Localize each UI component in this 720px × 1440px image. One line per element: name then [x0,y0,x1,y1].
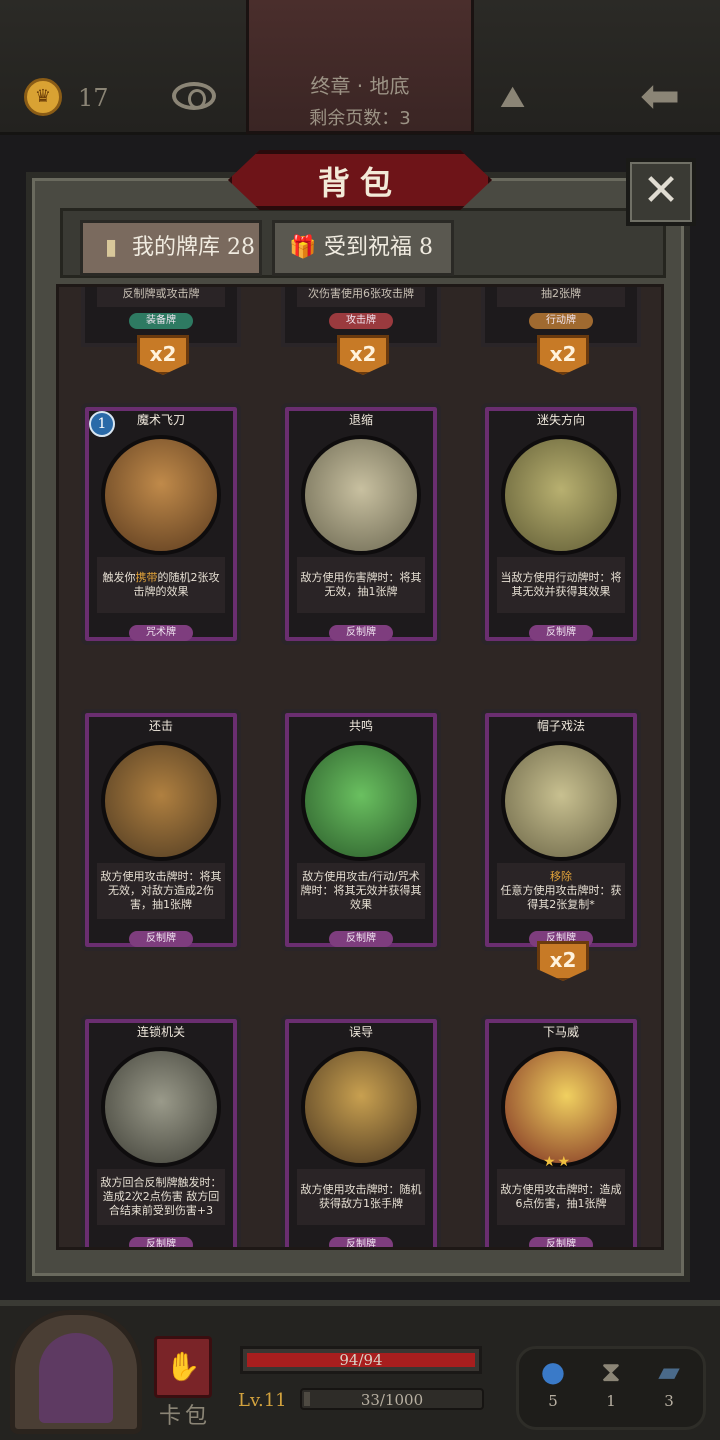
eye-icon[interactable] [172,82,216,110]
xp-bar: 33/1000 [300,1388,484,1410]
card-type: 装备牌 [129,313,193,329]
knight-art [301,435,421,555]
card-description: 反制牌或攻击牌 [97,287,225,307]
chapter-title: 终章 · 地底 [310,74,410,98]
hp-bar: 94/94 [240,1346,482,1374]
cards-icon: ▰ [658,1355,680,1388]
card-description: 抽2张牌 [497,287,625,307]
card-type: 反制牌 [129,1237,193,1247]
item-cards[interactable]: ▰ 3 [644,1352,694,1410]
top-bar: ♛ 17 终章 · 地底 剩余页数：3 ⛰ ⬅ [0,0,720,135]
tab-count: 8 [419,235,434,260]
card-magic-knife[interactable]: 1 魔术飞刀 触发你携带的随机2张攻击牌的效果 咒术牌 [81,403,241,645]
tab-label: 我的牌库 [132,235,221,260]
count-badge: x2 [337,335,389,375]
xp-text: 33/1000 [360,1391,424,1409]
card-description: 敌方使用攻击牌时：随机获得敌方1张手牌 [297,1169,425,1225]
crown-coin-icon: ♛ [24,78,62,116]
potion-icon: ● [540,1355,566,1388]
item-hourglass[interactable]: ⧗ 1 [586,1352,636,1410]
desc-text: 任意方使用攻击牌时：获得其2张复制* [500,884,622,911]
chapter-banner: 终章 · 地底 剩余页数：3 [246,0,474,134]
count-badge: x2 [537,335,589,375]
desc-highlight: 携带 [135,571,158,584]
card-counterattack[interactable]: 还击 敌方使用攻击牌时：将其无效，对敌方造成2伤害，抽1张牌 反制牌 [81,709,241,951]
card-resonance[interactable]: 共鸣 敌方使用攻击/行动/咒术牌时：将其无效并获得其效果 反制牌 [281,709,441,951]
cards-icon: ▮ [104,235,118,260]
card-description: 移除 任意方使用攻击牌时：获得其2张复制* [497,863,625,919]
card-title: 共鸣 [348,719,373,733]
item-potion[interactable]: ● 5 [528,1352,578,1410]
card-pack-label: 卡包 [158,1404,211,1429]
card-misdirect[interactable]: 误导 敌方使用攻击牌时：随机获得敌方1张手牌 反制牌 [281,1015,441,1247]
skeleton-target-art [301,1047,421,1167]
card-description: 敌方使用攻击/行动/咒术牌时：将其无效并获得其效果 [297,863,425,919]
count-badge: x2 [137,335,189,375]
card-type: 咒术牌 [129,625,193,641]
card-description: 敌方使用攻击牌时：造成6点伤害，抽1张牌 [497,1169,625,1225]
pages-left: 剩余页数：3 [309,108,411,129]
card-description: 次伤害使用6张攻击牌 [297,287,425,307]
skulls-art [301,741,421,861]
hp-text: 94/94 [339,1351,383,1369]
card-intimidate[interactable]: 下马威 ★★ 敌方使用攻击牌时：造成6点伤害，抽1张牌 反制牌 [481,1015,641,1247]
rabbit-hat-art [501,741,621,861]
card-title: 迷失方向 [536,413,585,427]
back-arrow-icon[interactable]: ⬅ [640,72,680,120]
card-description: 触发你携带的随机2张攻击牌的效果 [97,557,225,613]
item-count: 5 [548,1392,558,1410]
card-hat-trick[interactable]: 帽子戏法 移除 任意方使用攻击牌时：获得其2张复制* 反制牌 [481,709,641,951]
card-title: 下马威 [542,1025,579,1039]
item-count: 3 [664,1392,674,1410]
card-type: 反制牌 [329,1237,393,1247]
star-rating: ★★ [543,1154,573,1170]
player-level: Lv.11 [238,1390,287,1411]
card-grid[interactable]: 反制牌或攻击牌 装备牌 次伤害使用6张攻击牌 攻击牌 抽2张牌 行动牌 x2 x… [56,284,664,1250]
card-chain-trap[interactable]: 连锁机关 敌方回合反制牌触发时：造成2次2点伤害 敌方回合结束前受到伤害+3 反… [81,1015,241,1247]
item-count: 1 [606,1392,616,1410]
card-title: 帽子戏法 [536,719,585,733]
tab-label: 受到祝福 [324,235,413,260]
card-description: 敌方使用攻击牌时：将其无效，对敌方造成2伤害，抽1张牌 [97,863,225,919]
hourglass-icon: ⧗ [601,1355,621,1388]
card-lost-direction[interactable]: 迷失方向 当敌方使用行动牌时：将其无效并获得其效果 反制牌 [481,403,641,645]
map-icon[interactable]: ⛰ [500,80,525,115]
tab-count: 28 [227,235,256,260]
desc-highlight: 移除 [550,870,572,883]
card-type: 反制牌 [329,931,393,947]
card-title: 魔术飞刀 [136,413,185,427]
panel-title: 背包 [317,164,402,202]
gift-icon: 🎁 [289,235,317,260]
coin-count: 17 [78,84,109,112]
card-title: 连锁机关 [136,1025,185,1039]
tab-blessings[interactable]: 🎁 受到祝福 8 [272,220,454,276]
card-title: 退缩 [348,413,373,427]
card-description: 当敌方使用行动牌时：将其无效并获得其效果 [497,557,625,613]
card-title: 误导 [348,1025,373,1039]
demon-strike-art [501,1047,621,1167]
card-pack-button[interactable]: ✋ 卡包 [146,1330,224,1430]
card-description: 敌方回合反制牌触发时：造成2次2点伤害 敌方回合结束前受到伤害+3 [97,1169,225,1225]
card-type: 反制牌 [129,931,193,947]
card-type: 反制牌 [329,625,393,641]
count-badge: x2 [537,941,589,981]
pirate-art [101,741,221,861]
desc-text: 触发你 [102,571,136,584]
close-button[interactable]: ✕ [626,158,696,226]
card-type: 行动牌 [529,313,593,329]
card-description: 敌方使用伤害牌时：将其无效，抽1张牌 [297,557,425,613]
clown-art [101,435,221,555]
card-type: 反制牌 [529,1237,593,1247]
axe-trap-art [101,1047,221,1167]
player-portrait[interactable] [10,1310,142,1434]
card-retreat[interactable]: 退缩 敌方使用伤害牌时：将其无效，抽1张牌 反制牌 [281,403,441,645]
card-title: 还击 [148,719,173,733]
signpost-art [501,435,621,555]
card-type: 反制牌 [529,625,593,641]
tab-my-deck[interactable]: ▮ 我的牌库 28 [80,220,262,276]
card-pack-icon: ✋ [154,1336,212,1398]
card-type: 攻击牌 [329,313,393,329]
